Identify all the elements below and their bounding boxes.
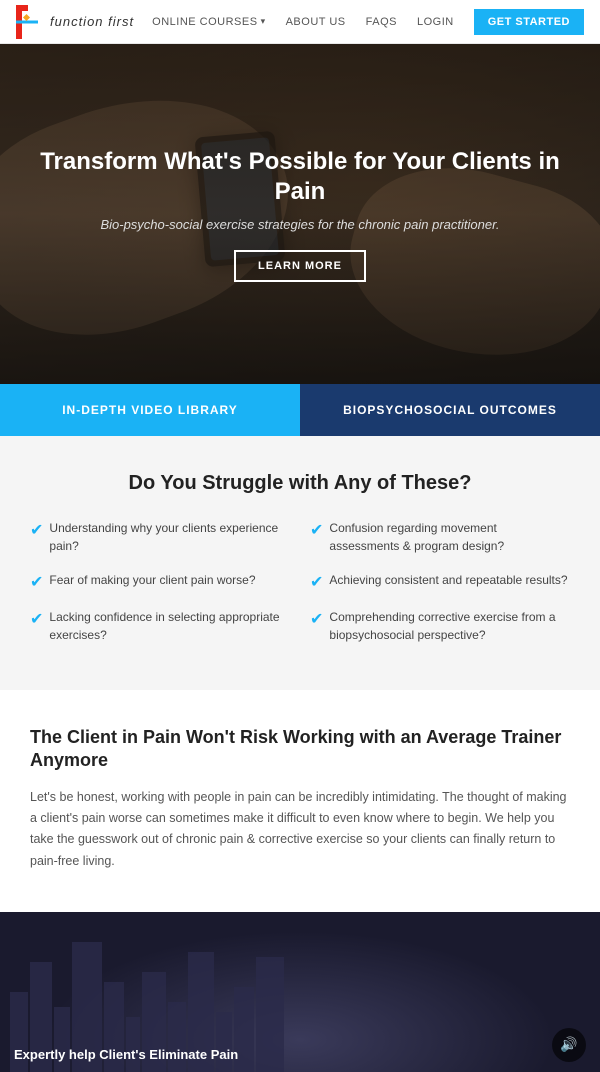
list-item: ✔ Fear of making your client pain worse? [30, 571, 290, 592]
struggle-item-text: Comprehending corrective exercise from a… [329, 608, 570, 644]
check-icon: ✔ [310, 609, 323, 629]
struggle-item-text: Achieving consistent and repeatable resu… [329, 571, 567, 589]
video-sound-button[interactable]: 🔊 [552, 1028, 586, 1062]
trainer-body: Let's be honest, working with people in … [30, 787, 570, 872]
struggle-grid: ✔ Understanding why your clients experie… [30, 519, 570, 660]
check-icon: ✔ [310, 520, 323, 540]
trainer-section: The Client in Pain Won't Risk Working wi… [0, 690, 600, 892]
courses-caret-icon: ▾ [261, 16, 266, 27]
nav-faqs[interactable]: FAQS [366, 16, 397, 28]
nav-links: ONLINE COURSES ▾ ABOUT US FAQS LOGIN GET… [152, 9, 584, 35]
hero-section: Transform What's Possible for Your Clien… [0, 44, 600, 384]
struggle-item-text: Understanding why your clients experienc… [49, 519, 290, 555]
logo[interactable]: function first [16, 5, 134, 39]
list-item: ✔ Achieving consistent and repeatable re… [310, 571, 570, 592]
video-section: Expertly help Client's Eliminate Pain 🔊 [0, 912, 600, 1072]
hero-subtitle: Bio-psycho-social exercise strategies fo… [40, 217, 560, 232]
hero-content: Transform What's Possible for Your Clien… [0, 147, 600, 282]
trainer-title: The Client in Pain Won't Risk Working wi… [30, 726, 570, 773]
check-icon: ✔ [30, 572, 43, 592]
nav-about-us[interactable]: ABOUT US [286, 16, 346, 28]
logo-text: function first [50, 14, 134, 29]
hero-learn-more-button[interactable]: LEARN MORE [234, 250, 366, 282]
list-item: ✔ Lacking confidence in selecting approp… [30, 608, 290, 644]
struggle-title: Do You Struggle with Any of These? [30, 472, 570, 495]
video-caption: Expertly help Client's Eliminate Pain [14, 1047, 238, 1062]
check-icon: ✔ [310, 572, 323, 592]
get-started-button[interactable]: GET STARTED [474, 9, 584, 35]
list-item: ✔ Understanding why your clients experie… [30, 519, 290, 555]
tab-video-library[interactable]: IN-DEPTH VIDEO LIBRARY [0, 384, 300, 436]
navbar: function first ONLINE COURSES ▾ ABOUT US… [0, 0, 600, 44]
struggle-item-text: Fear of making your client pain worse? [49, 571, 255, 589]
list-item: ✔ Confusion regarding movement assessmen… [310, 519, 570, 555]
feature-tabs: IN-DEPTH VIDEO LIBRARY BIOPSYCHOSOCIAL O… [0, 384, 600, 436]
struggle-item-text: Lacking confidence in selecting appropri… [49, 608, 290, 644]
check-icon: ✔ [30, 520, 43, 540]
nav-online-courses[interactable]: ONLINE COURSES ▾ [152, 16, 265, 28]
struggle-item-text: Confusion regarding movement assessments… [329, 519, 570, 555]
check-icon: ✔ [30, 609, 43, 629]
nav-login[interactable]: LOGIN [417, 16, 454, 28]
tab-biopsychosocial[interactable]: BIOPSYCHOSOCIAL OUTCOMES [300, 384, 600, 436]
struggle-section: Do You Struggle with Any of These? ✔ Und… [0, 436, 600, 690]
list-item: ✔ Comprehending corrective exercise from… [310, 608, 570, 644]
hero-title: Transform What's Possible for Your Clien… [40, 147, 560, 207]
